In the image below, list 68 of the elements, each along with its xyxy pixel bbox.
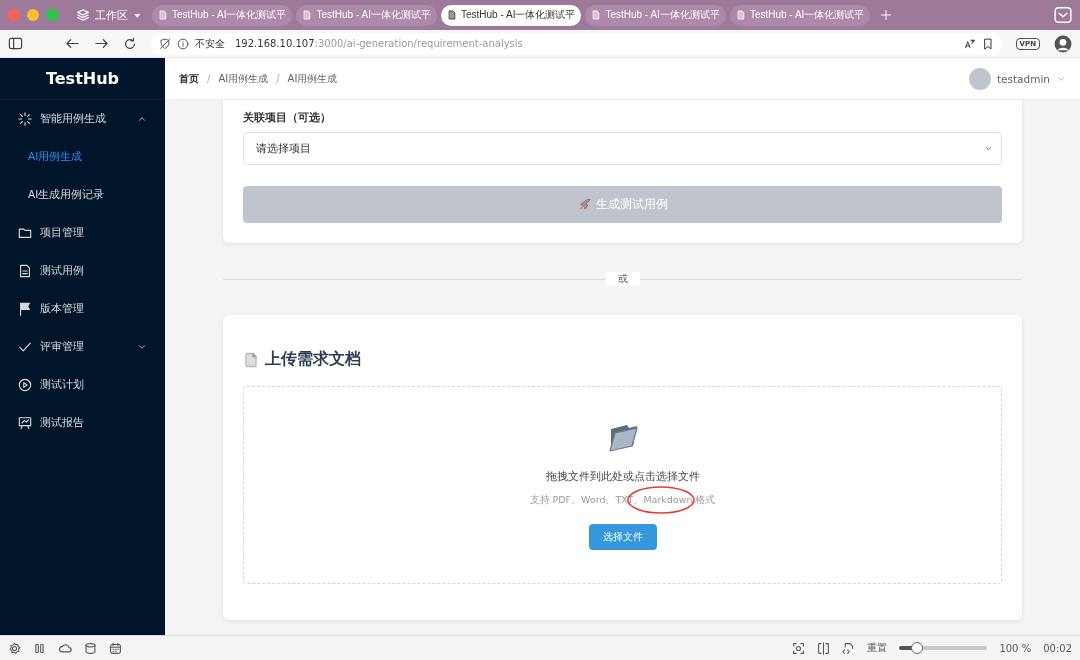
breadcrumb-separator: /	[276, 73, 280, 84]
layers-icon	[76, 8, 90, 22]
menu-item[interactable]: 测试报告	[0, 404, 165, 442]
zoom-value: 100 %	[999, 642, 1032, 654]
menu-item[interactable]: 智能用例生成	[0, 100, 165, 138]
menu-item[interactable]: 项目管理	[0, 214, 165, 252]
rocket-icon	[577, 197, 592, 212]
split-view-icon	[817, 641, 831, 655]
breadcrumb-separator: /	[207, 73, 211, 84]
profile-icon	[1054, 34, 1072, 53]
shield-off-icon	[159, 37, 171, 50]
menu-item[interactable]: 测试计划	[0, 366, 165, 404]
cloud-icon	[58, 641, 72, 655]
section-title: 上传需求文档	[265, 349, 361, 370]
address-bar[interactable]: 不安全 192.168.10.107:3000/ai-generation/requirement-analysis	[151, 32, 1002, 55]
check-icon	[18, 340, 32, 354]
breadcrumb-item[interactable]: AI用例生成	[218, 71, 269, 86]
presentation-icon	[18, 416, 32, 430]
sidebar-toggle-icon	[8, 36, 23, 51]
forward-icon	[94, 36, 109, 51]
chevron-up-icon	[137, 114, 147, 124]
play-circle-icon	[18, 378, 32, 392]
back-icon	[65, 36, 80, 51]
maximize-window-icon[interactable]	[46, 9, 58, 21]
submenu-item[interactable]: AI生成用例记录	[0, 176, 165, 214]
calendar-icon	[109, 641, 122, 655]
flag-icon	[18, 302, 32, 316]
minimize-window-icon[interactable]	[27, 9, 39, 21]
sparkle-icon	[18, 112, 32, 126]
browser-tab[interactable]: TestHub - AI一体化测试平	[440, 4, 582, 26]
chevron-down-icon	[984, 144, 993, 153]
chevron-down-icon	[137, 342, 147, 352]
workspace-label[interactable]: 工作区	[95, 7, 128, 23]
breadcrumb-item: AI用例生成	[287, 71, 338, 86]
field-label: 关联项目（可选）	[243, 110, 332, 125]
submenu-item[interactable]: AI用例生成	[0, 138, 165, 176]
user-name[interactable]: testadmin	[996, 72, 1050, 85]
breadcrumb-link[interactable]: 首页	[179, 71, 199, 86]
reload-icon	[123, 36, 137, 51]
document-icon	[18, 264, 32, 278]
menu-item[interactable]: 测试用例	[0, 252, 165, 290]
security-label: 不安全	[195, 36, 225, 51]
page-icon	[735, 10, 746, 20]
avatar[interactable]	[968, 67, 991, 90]
time-text: 00:02	[1043, 642, 1072, 654]
screenshot-icon	[792, 641, 806, 655]
tab-list-icon	[1054, 6, 1072, 24]
close-window-icon[interactable]	[8, 9, 20, 21]
bookmark-icon	[981, 37, 994, 50]
menu-item[interactable]: 版本管理	[0, 290, 165, 328]
page-icon	[158, 10, 168, 20]
database-icon	[84, 641, 97, 655]
document-icon	[243, 350, 259, 369]
info-icon	[177, 37, 189, 50]
pause-icon	[33, 641, 46, 655]
url-text: 192.168.10.107:3000/ai-generation/requirement-analysis	[235, 38, 523, 49]
menu-item[interactable]: 评审管理	[0, 328, 165, 366]
translate-icon	[963, 37, 976, 50]
reset-label[interactable]: 重置	[867, 641, 888, 655]
gear-icon	[8, 641, 21, 655]
page-icon	[591, 10, 602, 20]
page-icon	[446, 10, 457, 20]
divider-text: 或	[605, 272, 640, 286]
project-select[interactable]: 请选择项目	[243, 132, 1002, 165]
code-file-icon	[842, 641, 856, 655]
page-icon	[302, 10, 313, 20]
folder-icon	[18, 226, 32, 240]
drop-text: 拖拽文件到此处或点击选择文件	[545, 468, 700, 484]
